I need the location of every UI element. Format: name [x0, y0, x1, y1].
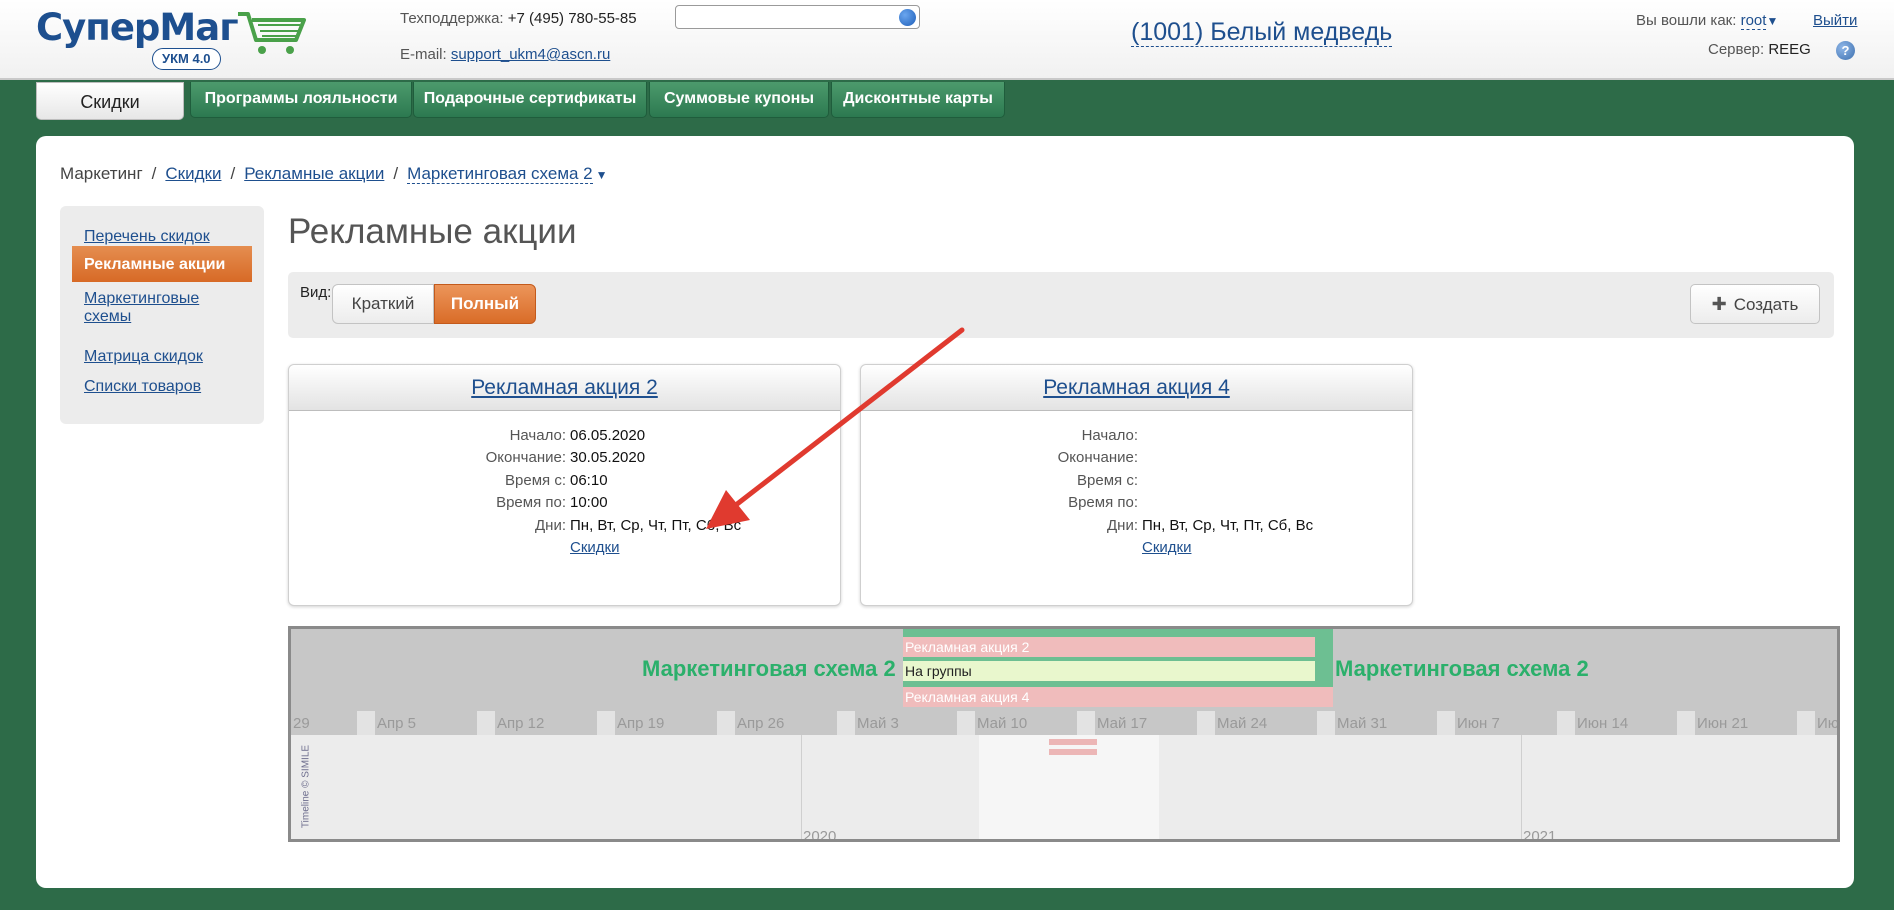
- app-header: СуперМаг УКМ 4.0 Техподдержка: +7 (495) …: [0, 0, 1894, 80]
- email-link[interactable]: support_ukm4@ascn.ru: [451, 46, 610, 63]
- timeline-event-marker[interactable]: [1049, 749, 1097, 755]
- sidebar-item-discount-list[interactable]: Перечень скидок: [84, 228, 210, 246]
- timeline-week-scale: 29 Апр 5 Апр 12 Апр 19 Апр 26 Май 3 Май …: [291, 711, 1837, 735]
- logo-badge: УКМ 4.0: [152, 48, 221, 70]
- timeline-credit: Timeline © SIMILE: [300, 744, 312, 829]
- search-input[interactable]: [675, 5, 920, 29]
- sidebar-item-product-lists[interactable]: Списки товаров: [84, 378, 201, 396]
- timeline-band-top: Рекламная акция 2 На группы Рекламная ак…: [291, 629, 1837, 735]
- timeline-year-label: 2021: [1523, 828, 1557, 842]
- timeline-year-label: 2020: [803, 828, 837, 842]
- tab-discount-cards[interactable]: Дисконтные карты: [831, 82, 1005, 118]
- shopping-cart-icon: [238, 12, 306, 54]
- view-brief-button[interactable]: Краткий: [332, 284, 434, 324]
- timeline-week-label: Май 17: [1097, 715, 1148, 732]
- logout-link[interactable]: Выйти: [1813, 12, 1857, 29]
- card-title-link[interactable]: Рекламная акция 2: [471, 376, 658, 399]
- support-email: E-mail: support_ukm4@ascn.ru: [400, 46, 611, 63]
- timeline-week-label: Июн 21: [1697, 715, 1749, 732]
- timeline-week-label: Июн: [1817, 715, 1840, 732]
- breadcrumb-scheme-dropdown[interactable]: Маркетинговая схема 2: [407, 164, 593, 184]
- logo-text: СуперМаг: [36, 6, 239, 49]
- timeline-event-marker[interactable]: [1049, 739, 1097, 745]
- sidebar: Перечень скидок Рекламные акции Маркетин…: [60, 206, 264, 424]
- sidebar-item-discount-matrix[interactable]: Матрица скидок: [84, 348, 203, 366]
- timeline-week-label: Май 3: [857, 715, 899, 732]
- tab-gift-certificates[interactable]: Подарочные сертификаты: [413, 82, 647, 118]
- timeline-event[interactable]: На группы: [903, 661, 1315, 681]
- tab-loyalty[interactable]: Программы лояльности: [190, 82, 412, 118]
- view-label: Вид:: [300, 284, 332, 301]
- timeline-scheme-label[interactable]: Маркетинговая схема 2: [1335, 656, 1589, 682]
- timeline-week-label: 29: [293, 715, 310, 732]
- timeline-week-label: Июн 7: [1457, 715, 1500, 732]
- annotation-arrow-icon: [706, 327, 965, 529]
- plus-icon: ✚: [1711, 294, 1727, 314]
- chevron-down-icon[interactable]: ▼: [596, 168, 608, 182]
- timeline-week-label: Апр 19: [617, 715, 665, 732]
- main-panel: Маркетинг / Скидки / Рекламные акции / Маркети…: [36, 136, 1854, 888]
- timeline-event[interactable]: Рекламная акция 4: [903, 687, 1333, 707]
- breadcrumb-discounts[interactable]: Скидки: [165, 164, 221, 183]
- help-icon[interactable]: ?: [1836, 41, 1855, 60]
- search-icon[interactable]: [899, 9, 916, 26]
- breadcrumb-promotions[interactable]: Рекламные акции: [244, 164, 384, 183]
- breadcrumb: Маркетинг / Скидки / Рекламные акции / Маркети…: [60, 164, 608, 184]
- timeline-week-label: Июн 14: [1577, 715, 1629, 732]
- page-title: Рекламные акции: [288, 212, 577, 251]
- sidebar-item-marketing-schemes[interactable]: Маркетинговые схемы: [84, 290, 234, 326]
- timeline-week-label: Май 31: [1337, 715, 1388, 732]
- server-info: Сервер: REEG: [1708, 41, 1811, 58]
- support-phone: Техподдержка: +7 (495) 780-55-85: [400, 10, 637, 27]
- card-discounts-link[interactable]: Скидки: [570, 539, 619, 556]
- timeline-week-label: Апр 5: [377, 715, 416, 732]
- store-selector[interactable]: (1001) Белый медведь: [1131, 18, 1393, 47]
- sidebar-item-promotions[interactable]: Рекламные акции: [72, 246, 252, 282]
- card-title-link[interactable]: Рекламная акция 4: [1043, 376, 1230, 399]
- view-full-button[interactable]: Полный: [434, 284, 536, 324]
- timeline-band-bottom[interactable]: 2020 2021 Timeline © SIMILE: [291, 735, 1837, 842]
- timeline-week-label: Май 24: [1217, 715, 1268, 732]
- timeline[interactable]: Рекламная акция 2 На группы Рекламная ак…: [288, 626, 1840, 842]
- login-info: Вы вошли как: root▼: [1636, 12, 1779, 30]
- chevron-down-icon[interactable]: ▼: [1766, 14, 1778, 28]
- timeline-scheme-label[interactable]: Маркетинговая схема 2: [642, 656, 896, 682]
- view-toolbar: Вид: Краткий Полный ✚ Создать: [288, 272, 1834, 338]
- create-button[interactable]: ✚ Создать: [1690, 284, 1820, 324]
- tab-coupons[interactable]: Суммовые купоны: [649, 82, 829, 118]
- timeline-week-label: Апр 12: [497, 715, 545, 732]
- supermag-logo[interactable]: СуперМаг УКМ 4.0: [36, 6, 306, 70]
- card-discounts-link[interactable]: Скидки: [1142, 539, 1191, 556]
- user-menu[interactable]: root: [1740, 12, 1767, 30]
- timeline-event[interactable]: Рекламная акция 2: [903, 637, 1315, 657]
- tab-discounts[interactable]: Скидки: [36, 82, 184, 120]
- timeline-week-label: Май 10: [977, 715, 1028, 732]
- timeline-week-label: Апр 26: [737, 715, 785, 732]
